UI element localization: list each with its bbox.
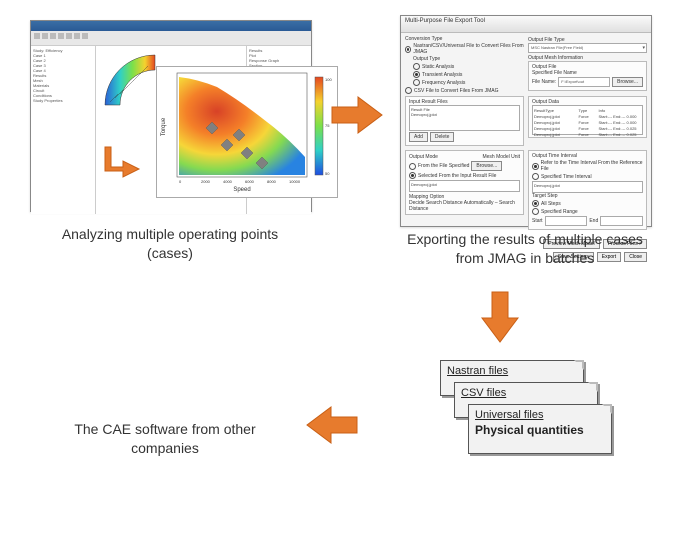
dialog-title: Multi-Purpose File Export Tool bbox=[401, 16, 651, 33]
ot-transient-label: Transient Analysis bbox=[422, 72, 462, 78]
efficiency-map-chart: Speed Torque 0 2000 4000 6000 8000 10000 100… bbox=[156, 66, 338, 198]
table-row[interactable]: Demoproj.jplotForceStart:--- End:--- 0.0… bbox=[534, 126, 641, 131]
output-files-stack: Nastran files CSV files Universal files … bbox=[430, 360, 620, 470]
table-row[interactable]: Demoproj.jplotForceStart:--- End:--- 0.0… bbox=[534, 120, 641, 125]
app-toolbar bbox=[31, 31, 311, 46]
file-label: Nastran files bbox=[447, 365, 508, 377]
browse-button[interactable]: Browse... bbox=[612, 77, 643, 87]
table-header: ResultType Type Info bbox=[534, 108, 641, 113]
toolbar-button[interactable] bbox=[66, 33, 72, 39]
ot-static-radio[interactable] bbox=[413, 63, 420, 70]
svg-text:2000: 2000 bbox=[201, 179, 211, 184]
om-opt1-label: From the File Specified bbox=[418, 163, 469, 169]
svg-text:8000: 8000 bbox=[267, 179, 277, 184]
project-tree[interactable]: Study: Efficiency Case 1 Case 2 Case 3 C… bbox=[31, 46, 96, 214]
conv-opt1-radio[interactable] bbox=[405, 46, 411, 53]
toolbar-button[interactable] bbox=[74, 33, 80, 39]
om-opt1-radio[interactable] bbox=[409, 163, 416, 170]
svg-text:50: 50 bbox=[325, 171, 330, 176]
file-label: CSV files bbox=[461, 387, 506, 399]
caption-analyze: Analyzing multiple operating points (cas… bbox=[40, 225, 300, 263]
ti-opt2-label: Specified Time Interval bbox=[541, 174, 592, 180]
ot-frequency-label: Frequency Analysis bbox=[422, 80, 465, 86]
arrow-down-icon bbox=[480, 290, 520, 345]
result-file-list[interactable]: Result File Demoproj.jplot bbox=[409, 105, 520, 131]
mapping-text: Decide Search Distance Automatically – S… bbox=[409, 200, 520, 212]
arrow-model-to-map-icon bbox=[105, 145, 145, 185]
time-interval-label: Output Time Interval bbox=[532, 153, 643, 159]
arrow-right-icon bbox=[330, 95, 385, 135]
conv-opt1-label: Nastran/CSV/Universal File to Convert Fi… bbox=[413, 43, 524, 55]
ot-static-label: Static Analysis bbox=[422, 64, 454, 70]
toolbar-button[interactable] bbox=[82, 33, 88, 39]
tree-node[interactable]: Study Properties bbox=[33, 98, 93, 103]
ti-opt1-radio[interactable] bbox=[532, 163, 539, 170]
svg-text:10000: 10000 bbox=[289, 179, 301, 184]
output-mode-label: Output Mode bbox=[409, 154, 438, 160]
end-label: End bbox=[589, 218, 598, 224]
ot-transient-radio[interactable] bbox=[413, 71, 420, 78]
om-list[interactable]: Demoproj.jplot bbox=[409, 180, 520, 192]
conv-opt2-radio[interactable] bbox=[405, 87, 412, 94]
table-row[interactable]: Demoproj.jplotForceStart:--- End:--- 0.0… bbox=[534, 132, 641, 137]
table-row[interactable]: Demoproj.jplotForceStart:--- End:--- 0.0… bbox=[534, 114, 641, 119]
filename-label: File Name: bbox=[532, 79, 556, 85]
add-button[interactable]: Add bbox=[409, 132, 428, 142]
export-tool-dialog: Multi-Purpose File Export Tool Conversio… bbox=[400, 15, 652, 227]
svg-text:0: 0 bbox=[179, 179, 182, 184]
filename-input[interactable]: F:\Export\out bbox=[558, 77, 610, 87]
app-titlebar bbox=[31, 21, 311, 31]
col-head: ResultType bbox=[534, 108, 577, 113]
toolbar-button[interactable] bbox=[34, 33, 40, 39]
file-label: Universal files bbox=[475, 409, 543, 421]
output-data-table[interactable]: ResultType Type Info Demoproj.jplotForce… bbox=[532, 105, 643, 135]
svg-text:4000: 4000 bbox=[223, 179, 233, 184]
caption-cae: The CAE software from other companies bbox=[55, 420, 275, 458]
ot-frequency-radio[interactable] bbox=[413, 79, 420, 86]
x-axis-label: Speed bbox=[233, 187, 250, 193]
file-card-universal: Universal files Physical quantities bbox=[468, 404, 612, 454]
list-item[interactable]: Demoproj.jplot bbox=[411, 182, 437, 187]
toolbar-button[interactable] bbox=[58, 33, 64, 39]
svg-text:6000: 6000 bbox=[245, 179, 255, 184]
jmag-designer-window: Study: Efficiency Case 1 Case 2 Case 3 C… bbox=[30, 20, 312, 212]
output-filetype-combo[interactable]: MSC Nastran File(Free Field) bbox=[528, 43, 647, 53]
om-opt2-label: Selected From the Input Result File bbox=[418, 173, 496, 179]
toolbar-button[interactable] bbox=[50, 33, 56, 39]
toolbar-button[interactable] bbox=[42, 33, 48, 39]
conversion-type-label: Conversion Type bbox=[405, 36, 524, 42]
col-head: Type bbox=[579, 108, 597, 113]
om-browse-button[interactable]: Browse... bbox=[471, 161, 502, 171]
caption-export: Exporting the results of multiple cases … bbox=[400, 230, 650, 268]
arrow-left-icon bbox=[305, 405, 360, 445]
model-canvas[interactable]: Speed Torque 020004000 6000800010000 100… bbox=[96, 46, 246, 214]
start-input[interactable] bbox=[545, 216, 588, 226]
ts-all-label: All Steps bbox=[541, 201, 561, 207]
delete-button[interactable]: Delete bbox=[430, 132, 454, 142]
target-step-label: Target Step bbox=[532, 193, 643, 199]
y-axis-label: Torque bbox=[161, 117, 167, 136]
output-type-label: Output Type bbox=[413, 56, 524, 62]
ts-range-label: Specified Range bbox=[541, 209, 578, 215]
list-item[interactable]: Demoproj.jplot bbox=[411, 112, 518, 117]
start-label: Start bbox=[532, 218, 543, 224]
ts-range-radio[interactable] bbox=[532, 208, 539, 215]
list-item[interactable]: Demoproj.jplot bbox=[534, 183, 560, 188]
ti-opt2-radio[interactable] bbox=[532, 173, 539, 180]
ts-all-radio[interactable] bbox=[532, 200, 539, 207]
specified-filename-label: Specified File Name bbox=[532, 70, 643, 76]
col-head: Info bbox=[599, 108, 642, 113]
end-input[interactable] bbox=[600, 216, 643, 226]
svg-text:100: 100 bbox=[325, 77, 332, 82]
ti-opt1-label: Refer to the Time Interval From the Refe… bbox=[541, 160, 643, 172]
conv-opt2-label: CSV File to Convert Files From JMAG bbox=[414, 88, 498, 94]
om-opt2-radio[interactable] bbox=[409, 172, 416, 179]
physical-quantities-label: Physical quantities bbox=[475, 423, 605, 437]
mesh-unit-label: Mesh Model Unit bbox=[482, 154, 520, 160]
